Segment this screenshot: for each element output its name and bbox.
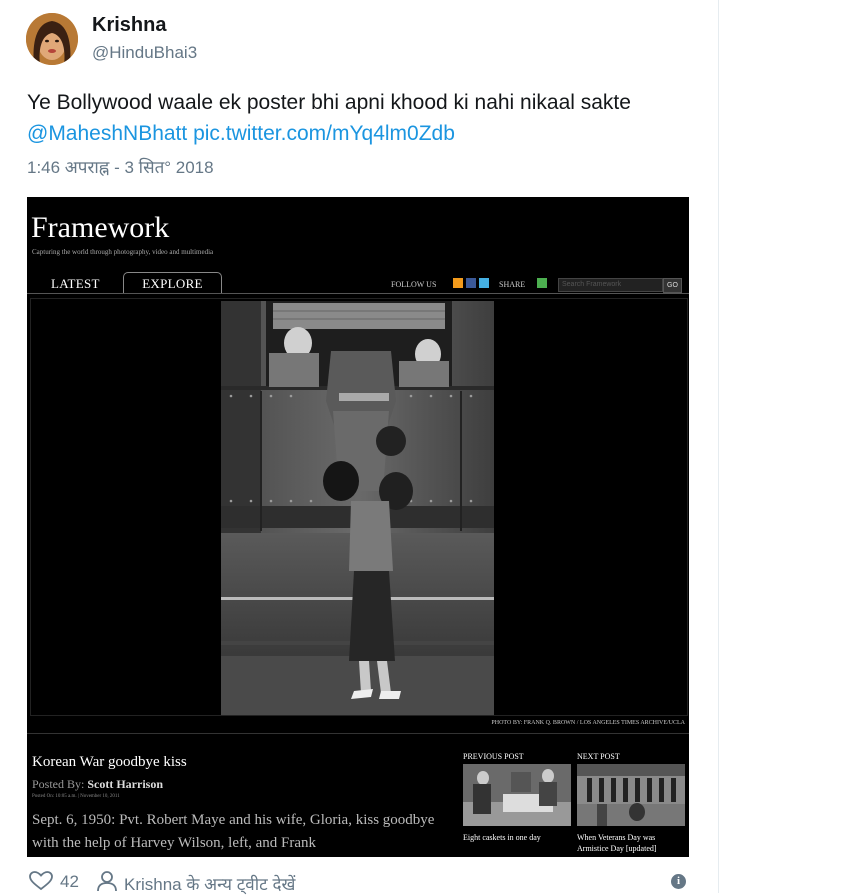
- info-icon[interactable]: i: [671, 874, 686, 889]
- twitter-icon: [479, 278, 489, 288]
- tweet-timestamp[interactable]: 1:46 अपराह्न - 3 सित° 2018: [27, 155, 214, 178]
- previous-post-thumbnail: [463, 764, 571, 826]
- site-title: Framework: [31, 211, 170, 244]
- share-icon: [537, 278, 547, 288]
- user-name[interactable]: Krishna: [92, 14, 166, 37]
- search-input: Search Framework: [558, 278, 663, 292]
- next-post-label: NEXT POST: [577, 752, 620, 761]
- nav-divider: [27, 293, 689, 294]
- posted-by-author: Scott Harrison: [87, 777, 163, 791]
- mention-link[interactable]: @MaheshNBhatt: [27, 122, 187, 145]
- avatar[interactable]: [26, 13, 78, 65]
- previous-post-caption: Eight caskets in one day: [463, 833, 541, 842]
- tweet-card: Krishna @HinduBhai3 Ye Bollywood waale e…: [0, 0, 718, 895]
- like-count[interactable]: 42: [60, 872, 79, 892]
- heart-icon[interactable]: [29, 871, 53, 891]
- more-tweets-link[interactable]: Krishna के अन्य ट्वीट देखें: [124, 872, 295, 895]
- photo-credit: PHOTO BY: FRANK Q. BROWN / LOS ANGELES T…: [491, 720, 685, 726]
- site-subtitle: Capturing the world through photography,…: [32, 248, 214, 256]
- column-divider: [718, 0, 719, 893]
- tweet-text: Ye Bollywood waale ek poster bhi apni kh…: [27, 87, 667, 149]
- follow-us-label: FOLLOW US: [391, 280, 437, 289]
- tweet-media[interactable]: Framework Capturing the world through ph…: [27, 197, 689, 857]
- user-handle[interactable]: @HinduBhai3: [92, 43, 197, 63]
- next-post-thumbnail: [577, 764, 685, 826]
- rss-icon: [453, 278, 463, 288]
- tab-explore: EXPLORE: [123, 272, 222, 294]
- post-title: Korean War goodbye kiss: [32, 754, 187, 770]
- previous-post-label: PREVIOUS POST: [463, 752, 524, 761]
- photo-caption: Sept. 6, 1950: Pvt. Robert Maye and his …: [32, 812, 435, 851]
- tab-latest: LATEST: [51, 276, 100, 291]
- person-icon[interactable]: [96, 870, 118, 892]
- pic-link[interactable]: pic.twitter.com/mYq4lm0Zdb: [193, 122, 455, 145]
- next-post-caption: When Veterans Day was Armistice Day [upd…: [577, 833, 657, 853]
- go-button: GO: [663, 278, 682, 293]
- photo-kiss: [221, 301, 494, 715]
- content-divider: [27, 733, 689, 734]
- posted-on: Posted On: 10:05 a.m. | November 10, 201…: [32, 794, 120, 799]
- posted-by: Posted By: Scott Harrison: [32, 777, 163, 792]
- share-label: SHARE: [499, 280, 526, 289]
- tweet-body: Ye Bollywood waale ek poster bhi apni kh…: [27, 91, 631, 114]
- posted-by-label: Posted By:: [32, 777, 85, 791]
- facebook-icon: [466, 278, 476, 288]
